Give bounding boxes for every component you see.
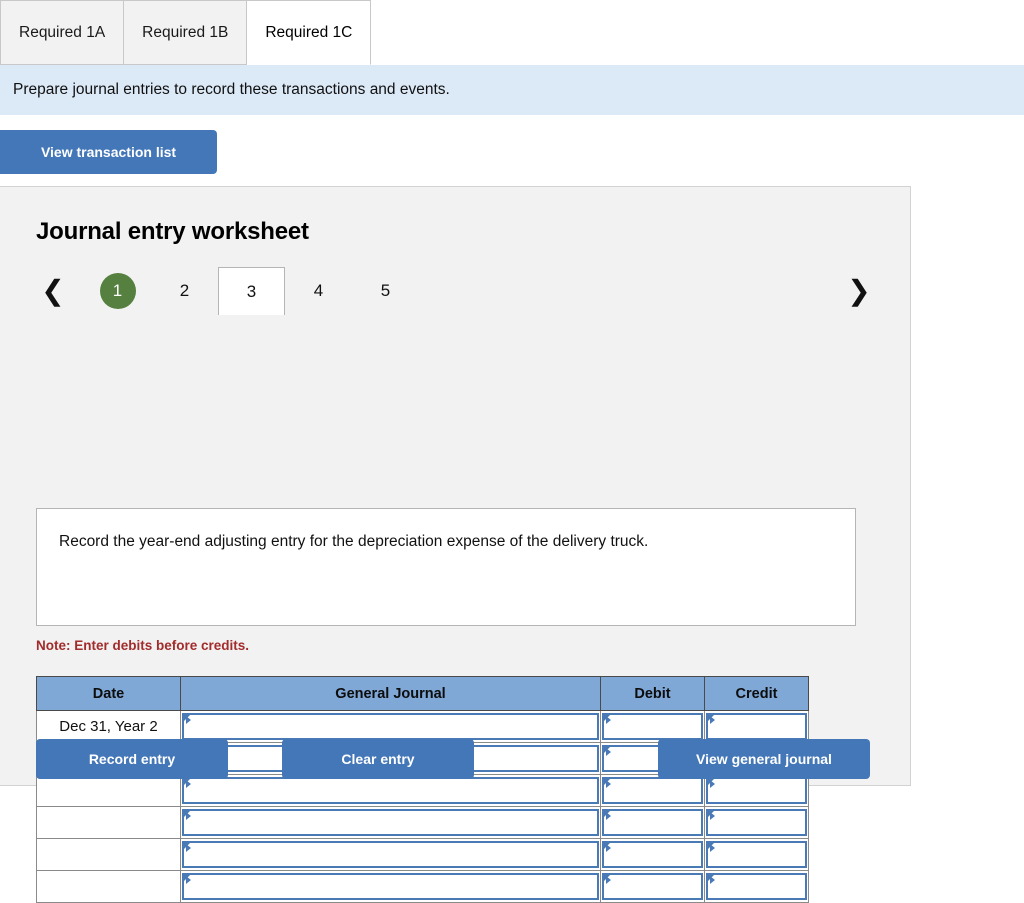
entry-pager-item-2-label: 2 <box>179 281 190 300</box>
requirement-tabs: Required 1A Required 1B Required 1C <box>0 0 1024 65</box>
credit-input[interactable] <box>706 713 807 740</box>
tab-required-1c[interactable]: Required 1C <box>247 0 372 65</box>
general-journal-cell[interactable] <box>180 806 601 839</box>
debit-input[interactable] <box>602 713 703 740</box>
debit-cell[interactable] <box>600 806 705 839</box>
general-journal-cell[interactable] <box>180 710 601 743</box>
table-row <box>36 870 809 903</box>
debit-input[interactable] <box>602 809 703 836</box>
general-journal-input[interactable] <box>182 713 599 740</box>
tab-required-1a[interactable]: Required 1A <box>0 0 125 65</box>
general-journal-input[interactable] <box>182 777 599 804</box>
entry-pager-item-3[interactable]: 3 <box>218 267 285 315</box>
entry-pager-item-4[interactable]: 4 <box>285 267 352 315</box>
debit-input[interactable] <box>602 873 703 900</box>
debit-input[interactable] <box>602 777 703 804</box>
instruction-banner: Prepare journal entries to record these … <box>0 65 1024 115</box>
entry-pager-item-5[interactable]: 5 <box>352 267 419 315</box>
tab-required-1b-label: Required 1B <box>142 23 229 41</box>
journal-entry-table: Date General Journal Debit Credit Dec 31… <box>36 676 809 903</box>
credit-input[interactable] <box>706 809 807 836</box>
view-transaction-list-button[interactable]: View transaction list <box>0 130 217 174</box>
general-journal-cell[interactable] <box>180 774 601 807</box>
view-general-journal-button[interactable]: View general journal <box>658 739 870 779</box>
credit-cell[interactable] <box>704 838 809 871</box>
tab-required-1b[interactable]: Required 1B <box>124 0 248 65</box>
general-journal-cell[interactable] <box>180 870 601 903</box>
clear-entry-button[interactable]: Clear entry <box>282 739 474 779</box>
worksheet-actions: Record entry Clear entry View general jo… <box>36 739 876 779</box>
credit-cell[interactable] <box>704 806 809 839</box>
journal-entry-worksheet-panel: Journal entry worksheet ❮ 1 2 3 4 5 ❯ Re… <box>0 186 911 903</box>
general-journal-cell[interactable] <box>180 838 601 871</box>
worksheet-title: Journal entry worksheet <box>36 218 309 245</box>
credit-input[interactable] <box>706 777 807 804</box>
debit-cell[interactable] <box>600 838 705 871</box>
credit-cell[interactable] <box>704 870 809 903</box>
column-header-credit: Credit <box>704 676 809 711</box>
credit-input[interactable] <box>706 841 807 868</box>
entry-pager-item-4-label: 4 <box>313 281 324 300</box>
date-cell[interactable] <box>36 806 181 839</box>
entry-pager: ❮ 1 2 3 4 5 ❯ <box>36 267 876 315</box>
credit-cell[interactable] <box>704 710 809 743</box>
general-journal-input[interactable] <box>182 873 599 900</box>
table-row: Dec 31, Year 2 <box>36 710 809 743</box>
table-row <box>36 838 809 871</box>
entry-pager-items: 1 2 3 4 5 <box>84 267 419 315</box>
entry-pager-item-3-label: 3 <box>246 281 257 301</box>
debit-cell[interactable] <box>600 774 705 807</box>
debit-cell[interactable] <box>600 710 705 743</box>
tab-required-1c-label: Required 1C <box>265 23 353 41</box>
entry-description-box: Record the year-end adjusting entry for … <box>36 508 856 626</box>
date-cell[interactable]: Dec 31, Year 2 <box>36 710 181 743</box>
debit-cell[interactable] <box>600 870 705 903</box>
chevron-left-icon[interactable]: ❮ <box>36 271 70 311</box>
table-row <box>36 774 809 807</box>
instruction-text: Prepare journal entries to record these … <box>13 81 450 98</box>
date-cell[interactable] <box>36 838 181 871</box>
table-row <box>36 806 809 839</box>
credit-input[interactable] <box>706 873 807 900</box>
record-entry-button[interactable]: Record entry <box>36 739 228 779</box>
table-header-row: Date General Journal Debit Credit <box>36 676 809 711</box>
general-journal-input[interactable] <box>182 809 599 836</box>
column-header-date: Date <box>36 676 181 711</box>
transaction-list-bar: View transaction list <box>0 130 1024 185</box>
column-header-debit: Debit <box>600 676 705 711</box>
entry-pager-item-1[interactable]: 1 <box>84 267 151 315</box>
credit-cell[interactable] <box>704 774 809 807</box>
column-header-general-journal: General Journal <box>180 676 601 711</box>
entry-pager-item-1-label: 1 <box>99 273 136 309</box>
entry-pager-item-2[interactable]: 2 <box>151 267 218 315</box>
date-cell[interactable] <box>36 774 181 807</box>
entry-pager-item-5-label: 5 <box>380 281 391 300</box>
tab-required-1a-label: Required 1A <box>19 23 106 41</box>
chevron-right-icon[interactable]: ❯ <box>842 271 876 311</box>
debits-before-credits-note: Note: Enter debits before credits. <box>36 638 250 653</box>
general-journal-input[interactable] <box>182 841 599 868</box>
entry-description-text: Record the year-end adjusting entry for … <box>59 533 649 550</box>
debit-input[interactable] <box>602 841 703 868</box>
date-cell[interactable] <box>36 870 181 903</box>
